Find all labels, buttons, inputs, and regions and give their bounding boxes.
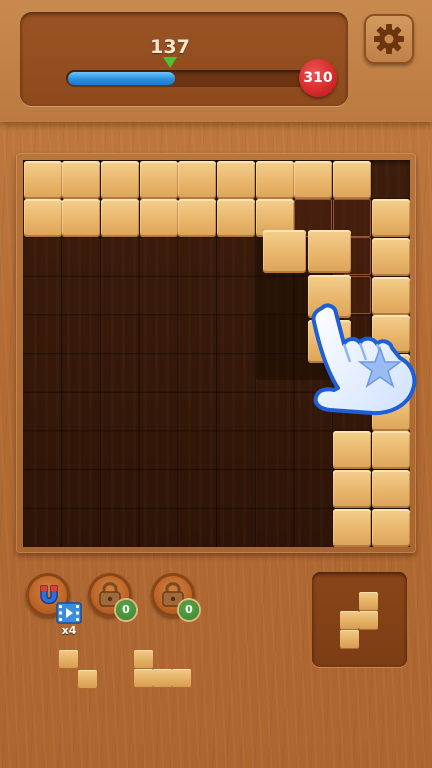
board-block — [371, 199, 410, 238]
target-score-badge: 310 — [299, 59, 337, 97]
board-block — [217, 160, 255, 199]
piece-block — [134, 669, 153, 688]
board-block — [178, 199, 217, 238]
board-block — [294, 160, 333, 199]
piece-block — [153, 669, 172, 688]
board-block — [255, 160, 294, 199]
piece-block — [359, 592, 378, 611]
gear-icon — [374, 24, 404, 54]
board-block — [333, 431, 372, 470]
board-block — [23, 160, 62, 199]
board-block — [333, 508, 372, 547]
board-block — [333, 470, 372, 509]
piece-block — [59, 650, 78, 669]
video-reward-count: x4 — [61, 624, 77, 637]
board-block — [139, 199, 178, 238]
next-piece-preview — [312, 572, 407, 667]
board-block — [178, 160, 217, 199]
current-score: 137 — [150, 36, 190, 58]
board-block — [62, 199, 101, 238]
powerup-count-badge: 0 — [116, 600, 136, 620]
progress-marker-icon — [163, 57, 177, 68]
board-block — [333, 160, 372, 199]
drag-piece-block[interactable] — [263, 230, 306, 273]
board-block — [371, 431, 410, 470]
board-block — [371, 508, 410, 547]
board-block — [100, 160, 139, 199]
powerup-count-badge: 0 — [179, 600, 199, 620]
piece-block — [340, 630, 359, 649]
film-icon — [56, 602, 82, 624]
piece-block — [340, 611, 359, 630]
board-block — [371, 237, 410, 276]
piece-block — [134, 650, 153, 669]
piece-block — [359, 611, 378, 630]
board-block — [139, 160, 178, 199]
drag-piece-block[interactable] — [308, 230, 351, 273]
board-block — [217, 199, 255, 238]
board-block — [62, 160, 101, 199]
pointing-hand-icon — [311, 303, 417, 416]
settings-button[interactable] — [364, 14, 414, 64]
board-block — [23, 199, 62, 238]
progress-bar — [66, 70, 314, 87]
score-panel: 137 310 — [20, 12, 348, 106]
progress-bar-fill — [68, 72, 175, 85]
piece-block — [78, 670, 97, 689]
board-block — [371, 470, 410, 509]
board-block — [100, 199, 139, 238]
piece-block — [172, 669, 191, 688]
